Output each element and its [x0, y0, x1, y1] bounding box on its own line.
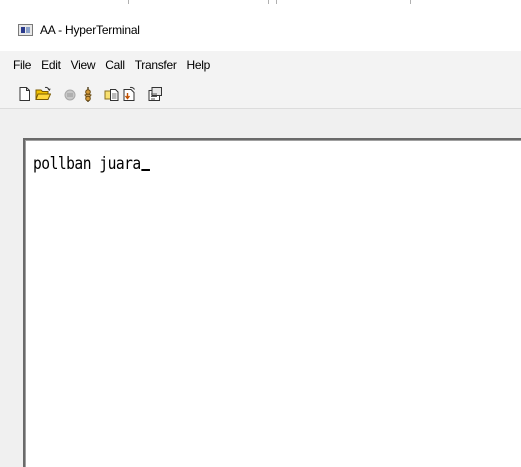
window-title: AA - HyperTerminal: [40, 23, 140, 37]
disconnect-icon[interactable]: [80, 86, 96, 102]
menu-view[interactable]: View: [71, 58, 96, 72]
title-bar[interactable]: AA - HyperTerminal: [0, 9, 521, 51]
receive-icon[interactable]: [121, 86, 137, 102]
terminal-output: pollban juara: [33, 154, 151, 174]
menu-bar: File Edit View Call Transfer Help: [0, 51, 521, 79]
strip-tick: [276, 0, 277, 4]
menu-call[interactable]: Call: [105, 58, 125, 72]
open-folder-icon[interactable]: [35, 86, 51, 102]
desktop-strip: [0, 0, 521, 9]
call-icon[interactable]: [62, 86, 78, 102]
strip-tick: [268, 0, 269, 4]
menu-file[interactable]: File: [13, 58, 31, 72]
properties-icon[interactable]: [147, 86, 163, 102]
strip-tick: [128, 0, 129, 4]
menu-help[interactable]: Help: [187, 58, 211, 72]
text-cursor: [141, 169, 151, 171]
toolbar: [0, 79, 521, 109]
terminal-area[interactable]: pollban juara: [23, 138, 521, 467]
send-icon[interactable]: [104, 86, 120, 102]
hyperterminal-window: AA - HyperTerminal File Edit View Call T…: [0, 0, 521, 467]
menu-transfer[interactable]: Transfer: [135, 58, 177, 72]
hyperterminal-app-icon[interactable]: [18, 24, 33, 36]
terminal-text: pollban juara: [33, 154, 141, 174]
menu-edit[interactable]: Edit: [41, 58, 61, 72]
new-document-icon[interactable]: [17, 86, 33, 102]
strip-tick: [410, 0, 411, 4]
